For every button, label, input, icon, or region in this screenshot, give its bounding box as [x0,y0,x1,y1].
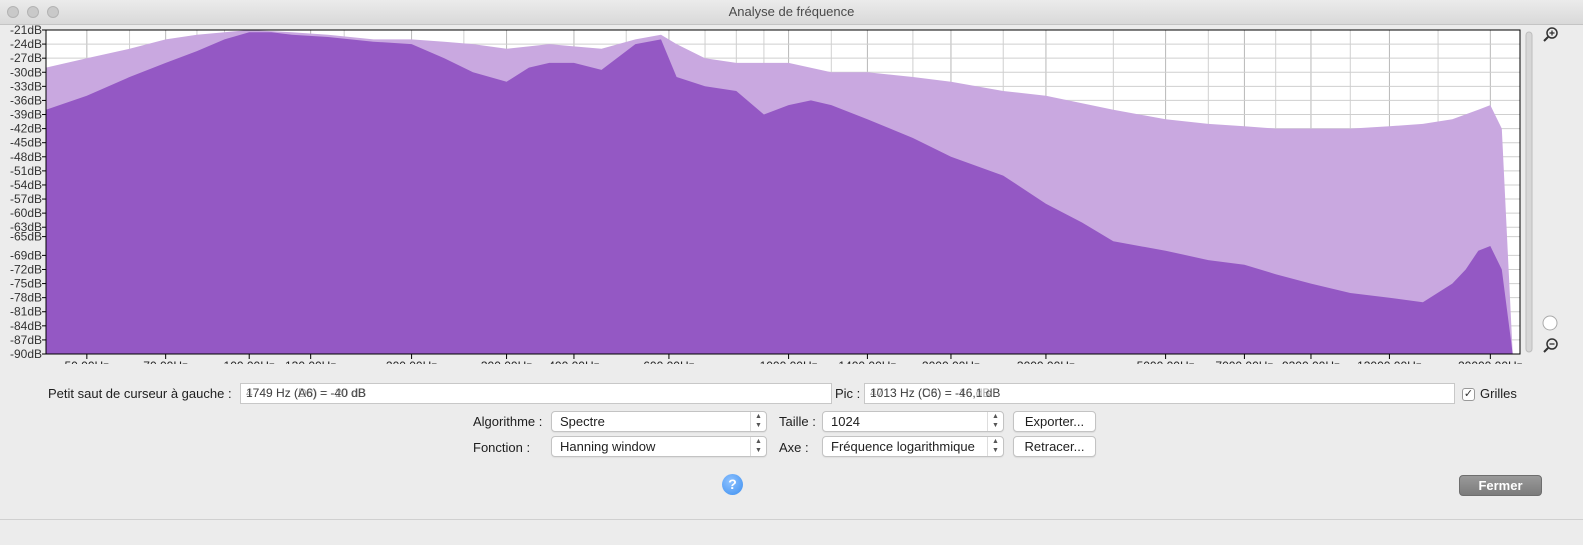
x-tick-label: 600,00Hz [643,359,694,364]
x-tick-label: 100,00Hz [224,359,275,364]
algorithm-select[interactable]: Spectre ▲ ▼ [551,411,767,432]
x-tick-label: 2000,00Hz [922,359,980,364]
cursor-label: Petit saut de curseur à gauche : [48,386,232,401]
close-window-button[interactable] [7,6,19,18]
axis-label: Axe : [779,440,809,455]
algorithm-label: Algorithme : [473,414,543,429]
select-arrows-icon: ▲ ▼ [750,412,766,431]
zoom-in-handle [1543,36,1549,42]
y-tick-label: -27dB [10,51,42,65]
x-tick-label: 3000,00Hz [1017,359,1075,364]
y-tick-label: -30dB [10,65,42,79]
zoom-slider-thumb [1542,315,1558,331]
x-tick-label: 5000,00Hz [1137,359,1195,364]
y-tick-label: -81dB [10,305,42,319]
y-tick-label: -87dB [10,333,42,347]
y-tick-label: -84dB [10,319,42,333]
algorithm-value: Spectre [560,414,605,429]
y-tick-label: -45dB [10,136,42,150]
status-bar [0,519,1583,545]
y-tick-label: -90dB [10,347,42,361]
peak-readout-value: 1013 Hz (C6) = -46,1 dB [870,386,1001,400]
zoom-slider-track [1525,31,1533,353]
y-tick-label: -48dB [10,150,42,164]
x-tick-label: 300,00Hz [481,359,532,364]
x-tick-label: 13000,00Hz [1357,359,1422,364]
select-arrows-icon: ▲ ▼ [987,437,1003,456]
y-tick-label: -21dB [10,24,42,37]
x-tick-label: 1400,00Hz [838,359,896,364]
x-tick-label: 200,00Hz [386,359,437,364]
zoom-in-icon [1543,27,1558,42]
axis-select[interactable]: Fréquence logarithmique ▲ ▼ [822,436,1004,457]
window-title: Analyse de fréquence [728,4,855,19]
help-button[interactable]: ? [722,474,743,495]
peak-label: Pic : [835,386,861,401]
grids-label: Grilles [1480,386,1517,401]
y-tick-label: -75dB [10,277,42,291]
x-tick-label: 130,00Hz [285,359,336,364]
y-tick-label: -78dB [10,291,42,305]
x-tick-label: 70,00Hz [143,359,188,364]
size-label: Taille : [779,414,816,429]
zoom-window-button[interactable] [47,6,59,18]
zoom-out-handle [1543,347,1549,353]
replot-button[interactable]: Retracer... [1013,436,1096,457]
y-tick-label: -57dB [10,192,42,206]
select-arrows-icon: ▲ ▼ [750,437,766,456]
y-tick-label: -65dB [10,230,42,244]
spectrum-plot[interactable]: -21dB-24dB-27dB-30dB-33dB-36dB-39dB-42dB… [0,24,1583,364]
y-tick-label: -51dB [10,164,42,178]
export-button[interactable]: Exporter... [1013,411,1096,432]
y-tick-label: -72dB [10,262,42,276]
cursor-readout-value: 1749 Hz (A6) = -40 dB [246,386,366,400]
function-label: Fonction : [473,440,531,455]
y-tick-label: -36dB [10,93,42,107]
x-tick-label: 400,00Hz [548,359,599,364]
y-tick-label: -54dB [10,178,42,192]
y-tick-label: -42dB [10,122,42,136]
x-tick-label: 50,00Hz [64,359,109,364]
x-tick-label: 9300,00Hz [1282,359,1340,364]
function-value: Hanning window [560,439,656,454]
close-button[interactable]: Fermer [1459,475,1542,496]
y-tick-label: -69dB [10,248,42,262]
minimize-window-button[interactable] [27,6,39,18]
cursor-readout: 4749 Hz (D8) = -20 dB 1749 Hz (A6) = -40… [240,383,832,404]
function-select[interactable]: Hanning window ▲ ▼ [551,436,767,457]
y-tick-label: -39dB [10,108,42,122]
axis-value: Fréquence logarithmique [831,439,975,454]
y-tick-label: -60dB [10,206,42,220]
size-value: 1024 [831,414,860,429]
size-select[interactable]: 1024 ▲ ▼ [822,411,1004,432]
x-tick-label: 7000,00Hz [1215,359,1273,364]
x-tick-label: 1000,00Hz [760,359,818,364]
grids-checkbox[interactable]: ✓ [1462,388,1475,401]
title-bar: Analyse de fréquence [0,0,1583,25]
y-tick-label: -33dB [10,79,42,93]
x-tick-label: 20000,00Hz [1458,359,1523,364]
peak-readout: 4713 Hz (D8) = -16 dB 1013 Hz (C6) = -46… [864,383,1455,404]
y-tick-label: -24dB [10,37,42,51]
select-arrows-icon: ▲ ▼ [987,412,1003,431]
zoom-out-icon [1543,338,1558,353]
